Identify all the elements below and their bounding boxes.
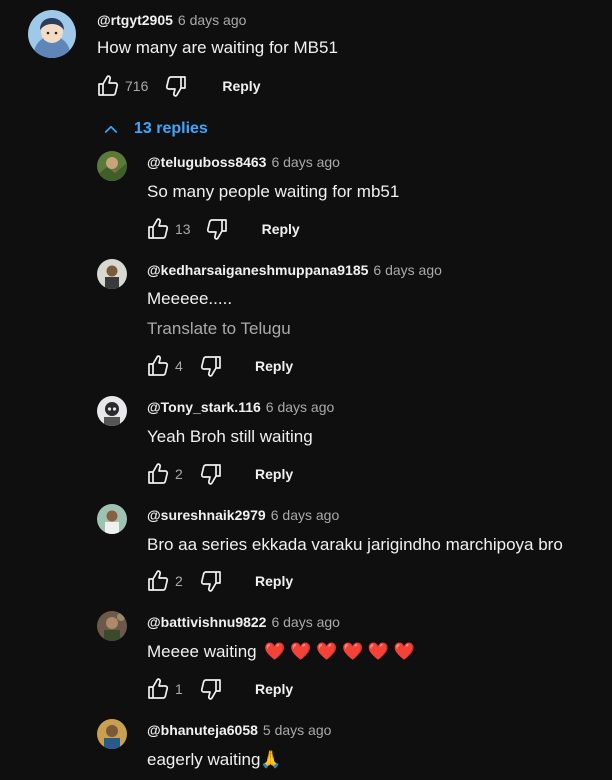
comment-text: Bro aa series ekkada varaku jarigindho m… (147, 535, 563, 554)
reply-button[interactable]: Reply (255, 681, 293, 697)
translate-link[interactable]: Translate to Telugu (147, 318, 291, 340)
author-handle[interactable]: @kedharsaiganeshmuppana9185 (147, 262, 368, 278)
comment-time[interactable]: 6 days ago (271, 614, 340, 630)
like-button[interactable] (144, 567, 172, 595)
reply-button[interactable]: Reply (255, 573, 293, 589)
comment-actions: 2 Reply (144, 460, 293, 488)
reply-button[interactable]: Reply (262, 221, 300, 237)
comment-actions: 716 Reply (94, 72, 260, 100)
avatar[interactable] (97, 151, 127, 181)
thumbs-up-icon (146, 569, 170, 593)
dislike-button[interactable] (197, 567, 225, 595)
thumbs-down-icon (164, 74, 188, 98)
dislike-button[interactable] (203, 215, 231, 243)
comment-actions: 2 Reply (144, 567, 293, 595)
comment-text: eagerly waiting🙏 (147, 749, 282, 771)
replies-toggle[interactable]: 13 replies (102, 117, 208, 141)
author-handle[interactable]: @battivishnu9822 (147, 614, 266, 630)
pray-emoji: 🙏 (260, 750, 282, 769)
thumbs-up-icon (146, 217, 170, 241)
like-button[interactable] (94, 72, 122, 100)
comment-time[interactable]: 6 days ago (266, 399, 335, 415)
comment-time[interactable]: 6 days ago (271, 507, 340, 523)
like-count: 13 (175, 221, 191, 237)
avatar[interactable] (97, 259, 127, 289)
avatar[interactable] (97, 611, 127, 641)
thumbs-down-icon (199, 354, 223, 378)
like-count: 2 (175, 466, 183, 482)
comment-text-body: eagerly waiting (147, 750, 261, 769)
comment-meta: @rtgyt2905 6 days ago (97, 11, 246, 29)
thumbs-down-icon (205, 217, 229, 241)
dislike-button[interactable] (162, 72, 190, 100)
author-handle[interactable]: @rtgyt2905 (97, 12, 173, 28)
comment-text: How many are waiting for MB51 (97, 38, 338, 57)
avatar[interactable] (28, 10, 76, 58)
comment-actions: 13 Reply (144, 215, 300, 243)
comment-actions: 1 Reply (144, 675, 293, 703)
thumbs-down-icon (199, 462, 223, 486)
like-count: 4 (175, 358, 183, 374)
avatar[interactable] (97, 504, 127, 534)
chevron-up-icon (104, 125, 118, 133)
dislike-button[interactable] (197, 460, 225, 488)
comment-text: Meeee waiting ❤️ ❤️ ❤️ ❤️ ❤️ ❤️ (147, 641, 415, 663)
comment-text: Meeeee..... (147, 289, 233, 308)
comment-actions: 4 Reply (144, 352, 293, 380)
avatar[interactable] (97, 719, 127, 749)
author-handle[interactable]: @teluguboss8463 (147, 154, 266, 170)
like-button[interactable] (144, 215, 172, 243)
thumbs-up-icon (146, 677, 170, 701)
thumbs-down-icon (199, 569, 223, 593)
like-button[interactable] (144, 460, 172, 488)
like-count: 1 (175, 681, 183, 697)
thumbs-down-icon (199, 677, 223, 701)
author-handle[interactable]: @Tony_stark.116 (147, 399, 261, 415)
author-handle[interactable]: @sureshnaik2979 (147, 507, 266, 523)
thumbs-up-icon (146, 354, 170, 378)
reply-button[interactable]: Reply (255, 466, 293, 482)
reply-button[interactable]: Reply (222, 78, 260, 94)
thumbs-up-icon (96, 74, 120, 98)
like-count: 2 (175, 573, 183, 589)
replies-count-label: 13 replies (134, 120, 208, 137)
author-handle[interactable]: @bhanuteja6058 (147, 722, 258, 738)
like-button[interactable] (144, 675, 172, 703)
reply-button[interactable]: Reply (255, 358, 293, 374)
comment-text: So many people waiting for mb51 (147, 182, 400, 201)
comment-time[interactable]: 6 days ago (271, 154, 340, 170)
avatar[interactable] (97, 396, 127, 426)
dislike-button[interactable] (197, 675, 225, 703)
like-button[interactable] (144, 352, 172, 380)
comment-time[interactable]: 6 days ago (373, 262, 442, 278)
comment-time[interactable]: 5 days ago (263, 722, 332, 738)
thumbs-up-icon (146, 462, 170, 486)
dislike-button[interactable] (197, 352, 225, 380)
like-count: 716 (125, 78, 149, 94)
heart-emojis: ❤️ ❤️ ❤️ ❤️ ❤️ ❤️ (264, 642, 415, 661)
comment-text-body: Meeee waiting (147, 642, 257, 661)
comment-text: Yeah Broh still waiting (147, 427, 313, 446)
comment-time[interactable]: 6 days ago (178, 12, 247, 28)
